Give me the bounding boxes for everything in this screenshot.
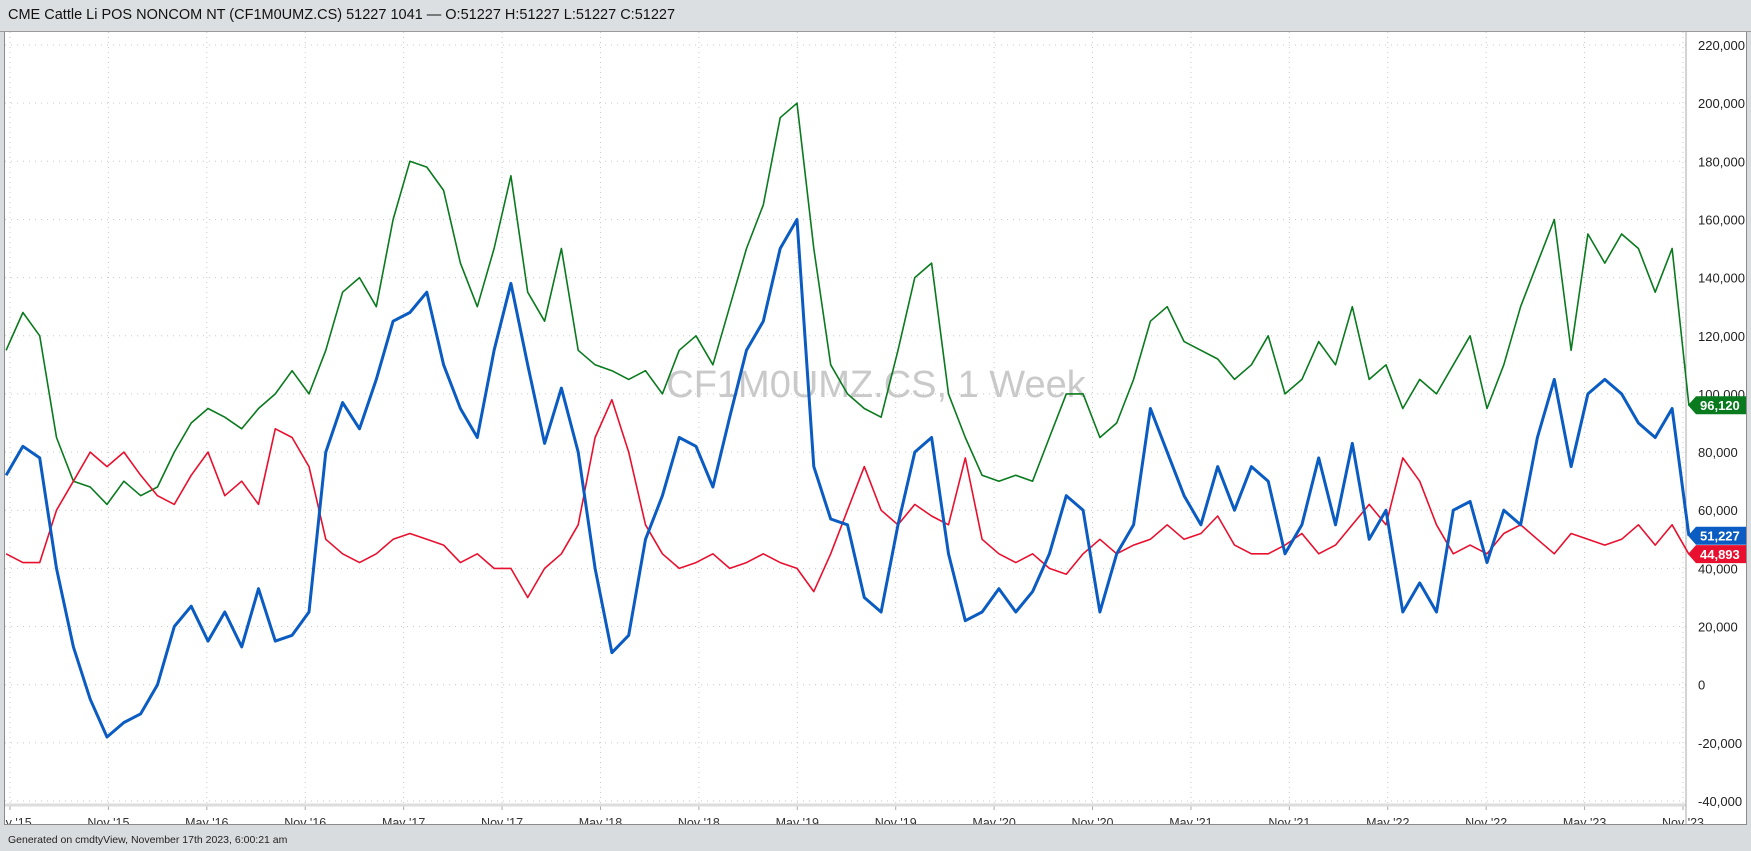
x-tick-label: May '22 (1366, 816, 1409, 824)
y-tick-label: 140,000 (1698, 271, 1745, 286)
y-tick-label: -40,000 (1698, 794, 1742, 809)
y-tick-label: 180,000 (1698, 154, 1745, 169)
series-line-green[interactable] (5, 102, 1690, 506)
x-tick-label: May '17 (382, 816, 425, 824)
x-tick-label: May '23 (1563, 816, 1606, 824)
x-tick-label: Nov '22 (1465, 816, 1507, 824)
title-bar: CME Cattle Li POS NONCOM NT (CF1M0UMZ.CS… (0, 0, 1751, 32)
last-value-label-red: 44,893 (1700, 547, 1740, 562)
y-tick-label: 0 (1698, 678, 1705, 693)
last-value-label-blue: 51,227 (1700, 529, 1740, 544)
chart-title: CME Cattle Li POS NONCOM NT (CF1M0UMZ.CS… (8, 7, 676, 23)
x-tick-label: Nov '18 (678, 816, 720, 824)
x-tick-label: Nov '20 (1072, 816, 1114, 824)
y-tick-label: 80,000 (1698, 445, 1738, 460)
x-tick-label: May '20 (972, 816, 1015, 824)
series-line-blue[interactable] (4, 218, 1691, 739)
last-value-label-green: 96,120 (1700, 398, 1740, 413)
x-tick-label: Nov '23 (1662, 816, 1704, 824)
x-tick-label: Nov '19 (875, 816, 917, 824)
footer-generated-text: Generated on cmdtyView, November 17th 20… (8, 834, 288, 846)
chart-panel[interactable]: 220,000 200,000 180,000 160,000 140,000 120,0… (0, 32, 1748, 830)
y-tick-label: -20,000 (1698, 736, 1742, 751)
series-line-red[interactable] (5, 398, 1690, 599)
y-tick-label: 200,000 (1698, 96, 1745, 111)
y-tick-label: 40,000 (1698, 561, 1738, 576)
y-tick-label: 60,000 (1698, 503, 1738, 518)
x-tick-label: May '19 (776, 816, 819, 824)
chart-watermark: CF1M0UMZ.CS, 1 Week (666, 364, 1086, 406)
y-tick-label: 120,000 (1698, 329, 1745, 344)
x-tick-label: May '21 (1169, 816, 1212, 824)
y-tick-label: 220,000 (1698, 38, 1745, 53)
line-chart[interactable]: 220,000 200,000 180,000 160,000 140,000 120,0… (0, 32, 1748, 830)
y-tick-label: 160,000 (1698, 212, 1745, 227)
x-tick-label: May '18 (579, 816, 622, 824)
x-tick-label: May '16 (185, 816, 228, 824)
x-tick-label: Nov '21 (1268, 816, 1310, 824)
x-tick-label: Nov '16 (284, 816, 326, 824)
y-tick-label: 20,000 (1698, 620, 1738, 635)
x-tick-label: Nov '17 (481, 816, 523, 824)
x-tick-label: Nov '15 (87, 816, 129, 824)
x-tick-label: May '15 (5, 816, 32, 824)
